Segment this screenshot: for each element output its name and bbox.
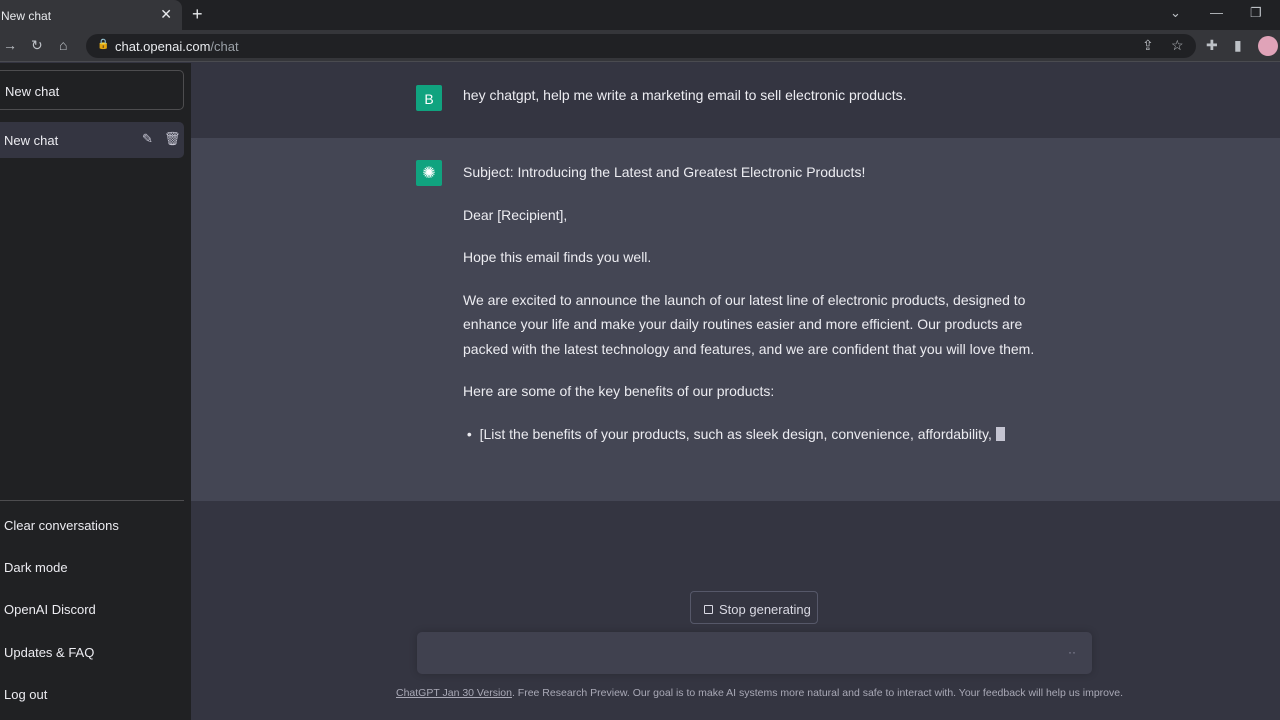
url-host: chat.openai.com <box>115 39 211 54</box>
assistant-message: Subject: Introducing the Latest and Grea… <box>463 160 1043 464</box>
browser-tab-bar: New chat ✕ + ⌄ — ❐ <box>0 0 1280 30</box>
user-message: hey chatgpt, help me write a marketing e… <box>463 87 907 103</box>
lock-icon: 🔒 <box>97 39 110 50</box>
openai-logo-icon: ✺ <box>416 160 442 186</box>
chat-title: New chat <box>4 133 59 148</box>
share-icon[interactable]: ⇪ <box>1142 37 1154 54</box>
version-link[interactable]: ChatGPT Jan 30 Version <box>396 687 512 699</box>
clear-conversations-link[interactable]: Clear conversations <box>4 518 119 533</box>
restore-icon[interactable]: ❐ <box>1250 5 1262 21</box>
side-panel-icon[interactable]: ▮ <box>1234 37 1242 54</box>
home-icon[interactable]: ⌂ <box>59 37 67 53</box>
bullet-text: [List the benefits of your products, suc… <box>479 425 992 442</box>
discord-link[interactable]: OpenAI Discord <box>4 602 96 617</box>
sidebar: New chat New chat ✎ 🗑 Clear conversation… <box>0 63 191 720</box>
reload-icon[interactable]: ↻ <box>31 37 43 54</box>
url-path: /chat <box>210 39 239 54</box>
stop-icon <box>704 605 713 614</box>
minimize-icon[interactable]: — <box>1210 5 1223 20</box>
footer-disclaimer: ChatGPT Jan 30 Version. Free Research Pr… <box>396 687 1123 699</box>
tab-title: New chat <box>1 9 52 23</box>
message-input[interactable]: ·· <box>417 632 1092 674</box>
log-out-link[interactable]: Log out <box>4 687 47 702</box>
dark-mode-link[interactable]: Dark mode <box>4 560 68 575</box>
browser-toolbar: → ↻ ⌂ 🔒 chat.openai.com/chat ⇪ ☆ ✚ ▮ <box>0 30 1280 62</box>
paragraph: Hope this email finds you well. <box>463 249 652 265</box>
stop-generating-button[interactable]: Stop generating <box>690 591 818 624</box>
loading-indicator: ·· <box>1068 645 1076 659</box>
star-icon[interactable]: ☆ <box>1171 37 1184 54</box>
profile-avatar[interactable] <box>1258 36 1278 56</box>
new-chat-button[interactable]: New chat <box>0 70 184 110</box>
stop-label: Stop generating <box>719 602 811 617</box>
chat-list-item[interactable]: New chat ✎ 🗑 <box>0 122 184 158</box>
extensions-icon[interactable]: ✚ <box>1206 37 1218 54</box>
new-tab-icon[interactable]: + <box>192 4 203 25</box>
user-message-row: B hey chatgpt, help me write a marketing… <box>191 63 1280 138</box>
user-avatar: B <box>416 85 442 111</box>
paragraph: Here are some of the key benefits of our… <box>463 383 775 399</box>
close-tab-icon[interactable]: ✕ <box>160 6 172 23</box>
assistant-message-row: ✺ Subject: Introducing the Latest and Gr… <box>191 138 1280 501</box>
bullet-item: • [List the benefits of your products, s… <box>463 422 1043 447</box>
edit-icon[interactable]: ✎ <box>142 131 153 147</box>
browser-tab[interactable]: New chat ✕ <box>0 0 182 30</box>
paragraph: We are excited to announce the launch of… <box>463 291 1035 357</box>
address-bar[interactable]: 🔒 chat.openai.com/chat <box>86 34 1196 58</box>
typing-cursor <box>995 426 1005 441</box>
divider <box>0 500 184 501</box>
paragraph: Subject: Introducing the Latest and Grea… <box>463 164 866 180</box>
updates-faq-link[interactable]: Updates & FAQ <box>4 645 94 660</box>
trash-icon[interactable]: 🗑 <box>164 131 181 147</box>
forward-icon[interactable]: → <box>3 37 17 53</box>
footer-text: . Free Research Preview. Our goal is to … <box>511 687 1124 699</box>
paragraph: Dear [Recipient], <box>463 206 568 223</box>
tab-search-icon[interactable]: ⌄ <box>1170 5 1181 21</box>
